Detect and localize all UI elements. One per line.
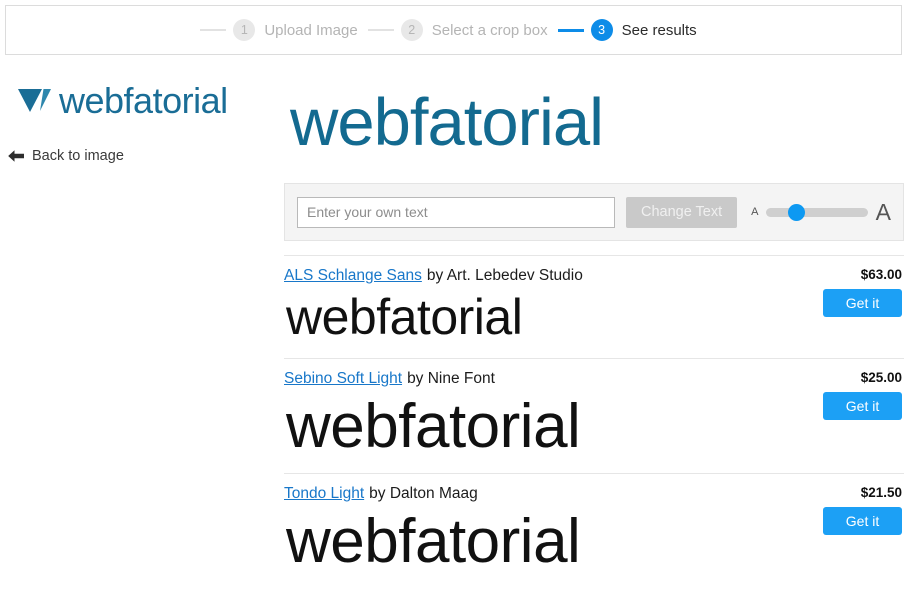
step-number-badge: 2	[400, 19, 423, 41]
font-result-row: Sebino Soft Light by Nine Font $25.00 Ge…	[284, 359, 904, 459]
stepper-step-3[interactable]: 3 See results	[557, 19, 707, 41]
arrow-left-icon	[8, 150, 24, 162]
font-size-slider[interactable]	[765, 203, 868, 221]
step-label-select-crop-box: Select a crop box	[431, 21, 548, 39]
step-connector-line	[367, 29, 394, 31]
font-result-header: Tondo Light by Dalton Maag	[284, 474, 904, 503]
font-name-link[interactable]: ALS Schlange Sans	[284, 267, 422, 285]
font-sample-text: webfatorial	[286, 391, 581, 461]
small-text-size-label: A	[751, 206, 759, 218]
step-connector-line	[200, 29, 227, 31]
text-controls-toolbar: Change Text A A	[284, 183, 904, 241]
get-it-button[interactable]: Get it	[823, 391, 902, 420]
font-author-label: by Dalton Maag	[369, 484, 478, 502]
step-label-see-results: See results	[621, 21, 697, 39]
stepper-steps: 1 Upload Image 2 Select a crop box 3 See…	[200, 19, 706, 41]
custom-text-input[interactable]	[297, 196, 615, 228]
back-to-image-link[interactable]: Back to image	[0, 148, 272, 164]
cropped-image-text: webfatorial	[290, 85, 604, 160]
font-author-label: by Art. Lebedev Studio	[426, 267, 583, 284]
font-author-label: by Nine Font	[407, 369, 495, 387]
font-size-slider-group: A A	[751, 198, 891, 225]
font-price: $21.50	[860, 484, 902, 500]
cropped-image-preview: webfatorial	[284, 70, 904, 175]
stepper-step-2[interactable]: 2 Select a crop box	[367, 19, 558, 41]
brand-name-text: webfatorial	[59, 80, 228, 121]
font-name-link[interactable]: Tondo Light	[284, 485, 364, 503]
font-result-row: ALS Schlange Sans by Art. Lebedev Studio…	[284, 256, 904, 344]
back-to-image-label: Back to image	[32, 148, 124, 164]
font-result-header: Sebino Soft Light by Nine Font	[284, 359, 904, 388]
font-price: $63.00	[860, 267, 902, 282]
font-result-header: ALS Schlange Sans by Art. Lebedev Studio	[284, 256, 904, 285]
font-result-row: Tondo Light by Dalton Maag $21.50 Get it…	[284, 474, 904, 574]
font-price: $25.00	[860, 369, 902, 385]
step-label-upload-image: Upload Image	[264, 21, 358, 39]
large-text-size-label: A	[875, 198, 891, 225]
left-sidebar: webfatorial Back to image	[0, 70, 272, 164]
font-name-link[interactable]: Sebino Soft Light	[284, 370, 402, 388]
progress-stepper: 1 Upload Image 2 Select a crop box 3 See…	[5, 5, 902, 55]
main-content: webfatorial Change Text A A ALS Schlange…	[284, 70, 904, 574]
step-number-badge: 1	[233, 19, 256, 41]
font-sample-text: webfatorial	[286, 506, 581, 576]
brand-logo[interactable]: webfatorial	[0, 70, 272, 132]
stepper-step-1[interactable]: 1 Upload Image	[200, 19, 367, 41]
font-size-slider-thumb[interactable]	[787, 203, 805, 221]
get-it-button[interactable]: Get it	[823, 506, 902, 535]
webfatorial-triangle-logo-icon	[18, 89, 51, 112]
get-it-button[interactable]: Get it	[823, 289, 902, 317]
step-number-badge-active: 3	[590, 19, 613, 41]
change-text-button[interactable]: Change Text	[626, 196, 738, 228]
font-sample-text: webfatorial	[286, 289, 523, 345]
step-connector-line-active	[557, 28, 584, 32]
